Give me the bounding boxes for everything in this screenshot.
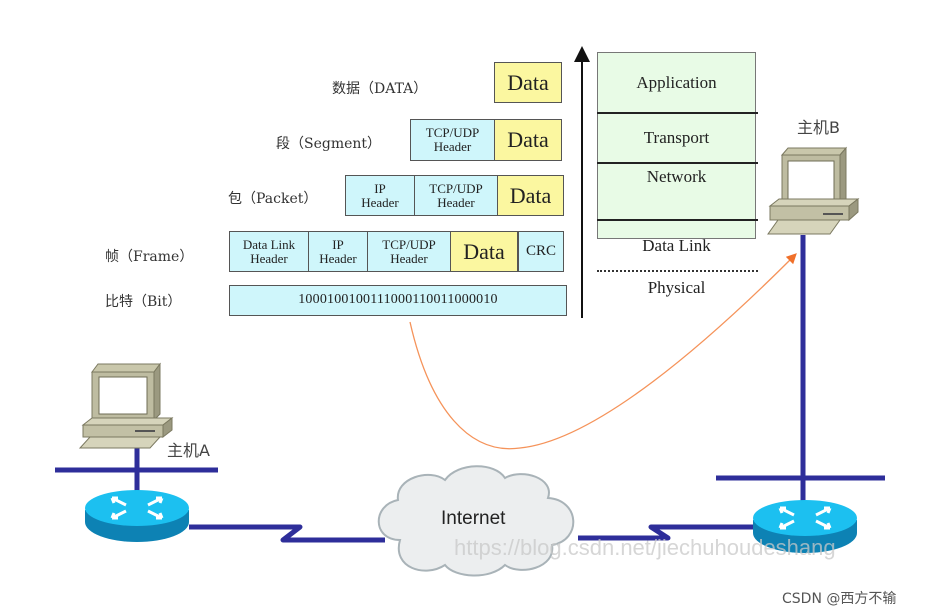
data-flow-curve bbox=[409, 253, 797, 450]
host-b-label: 主机B bbox=[797, 118, 840, 137]
wan-link-a bbox=[189, 524, 385, 543]
host-a-label: 主机A bbox=[167, 441, 210, 460]
csdn-credit: CSDN @西方不输 bbox=[782, 591, 897, 607]
router-a-icon bbox=[85, 490, 189, 542]
internet-label: Internet bbox=[441, 508, 506, 529]
host-b-computer-icon bbox=[767, 146, 860, 235]
host-a-computer-icon bbox=[78, 362, 174, 449]
watermark-text: https://blog.csdn.net/jiechuhoudeshang bbox=[454, 535, 836, 560]
